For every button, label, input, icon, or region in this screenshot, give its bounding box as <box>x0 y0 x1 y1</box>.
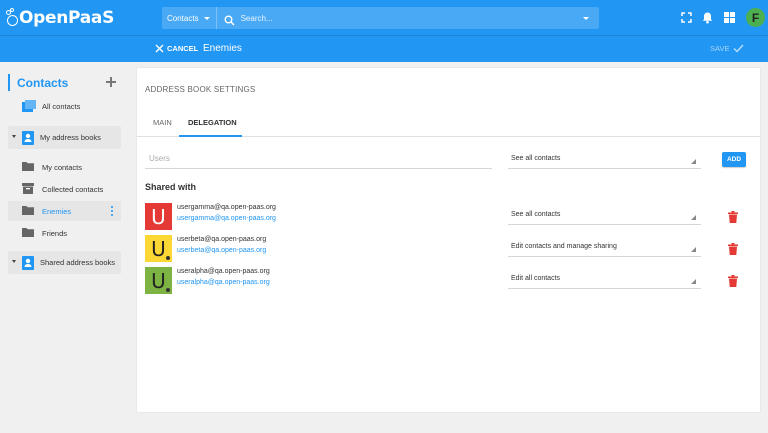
share-user-email[interactable]: usergamma@qa.open-paas.org <box>177 215 276 222</box>
add-button[interactable]: ADD <box>722 152 746 167</box>
sidebar-group-label: My address books <box>40 133 101 142</box>
folder-icon <box>22 205 34 217</box>
search-icon <box>224 13 235 26</box>
select-arrow-icon <box>691 159 696 164</box>
avatar-initial: U <box>151 268 166 293</box>
search-input[interactable]: Search... <box>241 14 583 23</box>
share-permission-select[interactable]: Edit contacts and manage sharing <box>508 237 701 257</box>
share-avatar: U <box>145 203 172 230</box>
fullscreen-icon[interactable] <box>680 11 693 24</box>
user-avatar[interactable]: F <box>746 8 765 27</box>
share-user-name: userbeta@qa.open-paas.org <box>177 236 267 243</box>
address-book-icon <box>22 131 34 147</box>
select-arrow-icon <box>691 215 696 220</box>
users-input[interactable]: Users <box>145 149 492 169</box>
save-label: SAVE <box>710 44 730 53</box>
address-book-settings-card: ADDRESS BOOK SETTINGS MAIN DELEGATION Us… <box>137 68 760 412</box>
search-options-chevron-icon[interactable] <box>583 16 589 20</box>
sidebar-group-shared-address-books[interactable]: Shared address books <box>8 251 121 274</box>
share-permission-select[interactable]: See all contacts <box>508 205 701 225</box>
logo-mark-icon <box>6 8 18 28</box>
check-icon <box>733 44 744 53</box>
share-user-name: usergamma@qa.open-paas.org <box>177 204 276 211</box>
address-book-icon <box>22 256 34 272</box>
sidebar-group-label: Shared address books <box>40 258 116 267</box>
folder-icon <box>22 227 34 239</box>
search-bar[interactable]: Contacts Search... <box>162 7 599 29</box>
search-scope-dropdown[interactable]: Contacts <box>162 7 217 29</box>
sidebar-item-my-contacts[interactable]: My contacts <box>8 157 121 177</box>
cancel-button[interactable]: CANCEL <box>155 44 198 53</box>
close-icon <box>155 44 164 53</box>
sub-header: CANCEL Enemies SAVE <box>0 35 768 62</box>
search-scope-label: Contacts <box>167 13 199 23</box>
logo-text: OpenPaaS <box>19 8 115 28</box>
save-button[interactable]: SAVE <box>710 44 744 53</box>
sidebar-item-label: Enemies <box>42 206 72 216</box>
share-user-name: useralpha@qa.open-paas.org <box>177 268 270 275</box>
select-arrow-icon <box>691 247 696 252</box>
sidebar-item-friends[interactable]: Friends <box>8 223 121 243</box>
contacts-stack-icon <box>22 100 36 114</box>
sidebar-title: Contacts <box>8 74 68 91</box>
select-value: Edit contacts and manage sharing <box>511 243 617 250</box>
archive-box-icon <box>22 183 34 196</box>
active-tab-indicator <box>179 135 242 137</box>
avatar-initial: U <box>151 236 166 261</box>
sidebar-title-text: Contacts <box>17 76 69 90</box>
sidebar-item-label: Friends <box>42 228 68 238</box>
cancel-label: CANCEL <box>167 44 199 53</box>
tab-main[interactable]: MAIN <box>153 118 172 127</box>
sidebar-item-label: All contacts <box>42 101 81 111</box>
top-bar: OpenPaaS Contacts Search... F <box>0 0 768 35</box>
share-permission-select[interactable]: Edit all contacts <box>508 269 701 289</box>
status-dot <box>166 288 170 292</box>
share-avatar: U <box>145 235 172 262</box>
collapse-triangle-icon <box>12 260 16 263</box>
add-address-book-icon[interactable] <box>106 77 116 87</box>
sidebar-item-enemies[interactable]: Enemies <box>8 201 121 221</box>
select-value: See all contacts <box>511 211 561 218</box>
chevron-down-icon <box>203 16 210 20</box>
sidebar-item-collected-contacts[interactable]: Collected contacts <box>8 179 121 199</box>
openpaas-logo[interactable]: OpenPaaS <box>6 7 114 29</box>
select-value: See all contacts <box>511 155 561 162</box>
sidebar-item-label: My contacts <box>42 162 83 172</box>
delete-share-trash-icon[interactable] <box>728 210 738 223</box>
share-avatar: U <box>145 267 172 294</box>
status-dot <box>166 256 170 260</box>
settings-tabs: MAIN DELEGATION <box>137 110 760 137</box>
collapse-triangle-icon <box>12 135 16 138</box>
section-title: ADDRESS BOOK SETTINGS <box>145 85 256 94</box>
sidebar: Contacts All contacts My address books M… <box>0 62 128 433</box>
folder-icon <box>22 161 34 173</box>
avatar-initial: U <box>151 204 166 229</box>
apps-grid-icon[interactable] <box>723 11 736 24</box>
tab-delegation[interactable]: DELEGATION <box>188 118 237 127</box>
notifications-bell-icon[interactable] <box>701 11 714 24</box>
delete-share-trash-icon[interactable] <box>728 242 738 255</box>
new-permission-select[interactable]: See all contacts <box>508 149 701 169</box>
select-arrow-icon <box>691 279 696 284</box>
shared-with-heading: Shared with <box>145 182 197 192</box>
more-options-icon[interactable] <box>111 206 113 216</box>
delete-share-trash-icon[interactable] <box>728 274 738 287</box>
share-user-email[interactable]: userbeta@qa.open-paas.org <box>177 247 266 254</box>
share-user-email[interactable]: useralpha@qa.open-paas.org <box>177 279 270 286</box>
sidebar-item-all-contacts[interactable]: All contacts <box>8 96 121 116</box>
select-value: Edit all contacts <box>511 275 561 282</box>
sidebar-group-my-address-books[interactable]: My address books <box>8 126 121 149</box>
page-title: Enemies <box>203 43 242 54</box>
sidebar-item-label: Collected contacts <box>42 184 104 194</box>
